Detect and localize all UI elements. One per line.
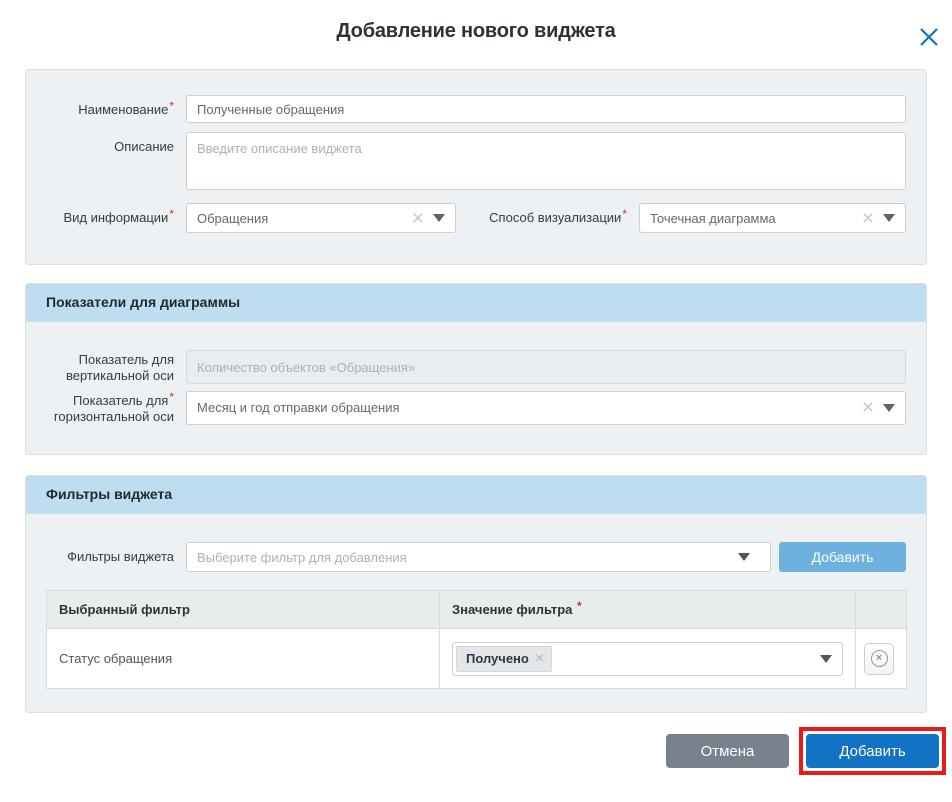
- name-input[interactable]: [186, 95, 906, 123]
- filters-add-label: Фильтры виджета: [46, 542, 186, 565]
- required-mark: *: [169, 207, 174, 221]
- column-header-filter: Выбранный фильтр: [47, 591, 440, 629]
- vertical-axis-input: [186, 350, 906, 384]
- filter-name-cell: Статус обращения: [47, 629, 440, 689]
- dialog-title: Добавление нового виджета: [0, 20, 952, 43]
- general-info-panel: Наименование* Описание Вид информации* О…: [25, 69, 927, 265]
- tag-remove-icon[interactable]: ×: [535, 651, 544, 667]
- info-type-value: Обращения: [197, 211, 412, 226]
- filter-select-placeholder: Выберите фильтр для добавления: [197, 550, 738, 565]
- table-row: Статус обращения Получено × ×: [47, 629, 907, 689]
- cancel-button[interactable]: Отмена: [666, 734, 789, 768]
- submit-button[interactable]: Добавить: [806, 734, 939, 768]
- chevron-down-icon[interactable]: [883, 404, 895, 412]
- description-input[interactable]: [186, 132, 906, 190]
- indicators-panel: Показатели для диаграммы Показатель для …: [25, 283, 927, 455]
- chevron-down-icon[interactable]: [738, 553, 750, 561]
- selected-value-tag: Получено ×: [456, 646, 552, 672]
- filters-table: Выбранный фильтр Значение фильтра * Стат…: [46, 590, 907, 689]
- add-filter-button[interactable]: Добавить: [779, 542, 906, 572]
- highlight-annotation: Добавить: [799, 727, 946, 775]
- visualization-value: Точечная диаграмма: [650, 211, 862, 226]
- horizontal-axis-label: Показатель для* горизонтальной оси: [46, 391, 186, 426]
- horizontal-axis-select[interactable]: Месяц и год отправки обращения ×: [186, 391, 906, 425]
- indicators-header: Показатели для диаграммы: [26, 284, 926, 322]
- required-mark: *: [169, 99, 174, 113]
- filter-select[interactable]: Выберите фильтр для добавления: [186, 542, 771, 572]
- clear-icon[interactable]: ×: [412, 208, 424, 229]
- visualization-select[interactable]: Точечная диаграмма ×: [639, 203, 906, 233]
- required-mark: *: [577, 599, 582, 613]
- chevron-down-icon[interactable]: [433, 214, 445, 222]
- remove-row-button[interactable]: ×: [864, 643, 894, 675]
- required-mark: *: [169, 390, 174, 404]
- column-header-actions: [856, 591, 907, 629]
- filter-value-select[interactable]: Получено ×: [452, 642, 843, 676]
- required-mark: *: [622, 207, 627, 221]
- name-label: Наименование*: [46, 95, 186, 118]
- clear-icon[interactable]: ×: [862, 397, 874, 418]
- clear-icon[interactable]: ×: [862, 208, 874, 229]
- dialog-footer: Отмена Добавить: [0, 727, 946, 775]
- table-header-row: Выбранный фильтр Значение фильтра *: [47, 591, 907, 629]
- description-label: Описание: [46, 132, 186, 155]
- filters-panel: Фильтры виджета Фильтры виджета Выберите…: [25, 475, 927, 713]
- filters-header: Фильтры виджета: [26, 476, 926, 514]
- chevron-down-icon[interactable]: [820, 655, 832, 663]
- vertical-axis-label: Показатель для вертикальной оси: [46, 350, 186, 385]
- column-header-value: Значение фильтра *: [440, 591, 856, 629]
- info-type-label: Вид информации*: [46, 203, 186, 226]
- horizontal-axis-value: Месяц и год отправки обращения: [197, 400, 862, 415]
- info-type-select[interactable]: Обращения ×: [186, 203, 456, 233]
- close-icon: [918, 26, 940, 48]
- remove-row-icon: ×: [871, 650, 888, 667]
- close-button[interactable]: [916, 24, 942, 50]
- chevron-down-icon[interactable]: [883, 214, 895, 222]
- visualization-label: Способ визуализации*: [456, 203, 639, 225]
